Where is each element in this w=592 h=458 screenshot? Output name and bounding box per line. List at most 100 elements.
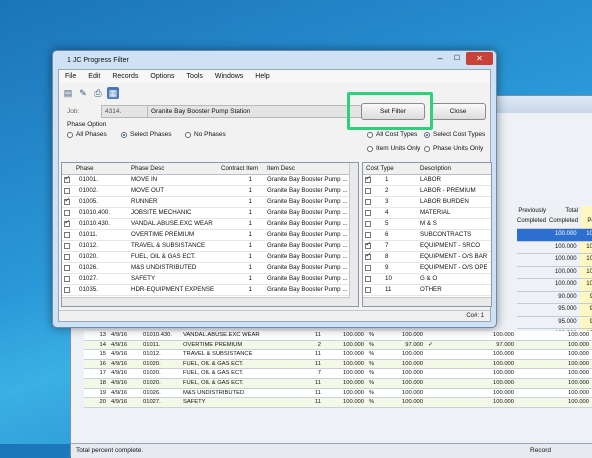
checkbox[interactable] <box>365 210 371 216</box>
checkbox[interactable] <box>64 254 70 260</box>
cost-type-row[interactable]: 10 G & O <box>363 274 491 285</box>
phase-checkbox-cell[interactable] <box>62 285 76 295</box>
menu-options[interactable]: Options <box>144 70 180 83</box>
phase-checkbox-cell[interactable] <box>62 241 76 251</box>
phase-checkbox-cell[interactable] <box>62 219 76 229</box>
radio-dot <box>424 131 430 138</box>
cost-checkbox-cell[interactable] <box>363 208 377 218</box>
cost-type-row[interactable]: 5 M & S <box>363 219 491 230</box>
close-button[interactable]: Close <box>430 103 486 120</box>
menu-edit[interactable]: Edit <box>82 70 106 83</box>
phase-row[interactable]: 01001. MOVE IN 1 Granite Bay Booster Pump .… <box>62 175 358 186</box>
checkbox[interactable] <box>64 175 70 184</box>
cost-checkbox-cell[interactable] <box>363 197 377 207</box>
cost-type-row[interactable]: 3 LABOR BURDEN <box>363 197 491 208</box>
menu-help[interactable]: Help <box>249 70 275 83</box>
phase-checkbox-cell[interactable] <box>62 230 76 240</box>
phase-row[interactable]: 01027. SAFETY 1 Granite Bay Booster Pump ..… <box>62 274 358 285</box>
cost-table-hscroll[interactable] <box>363 297 491 306</box>
cost-type-row[interactable]: 1 LABOR <box>363 175 491 186</box>
close-window-button[interactable]: ✕ <box>466 52 493 65</box>
minimize-button[interactable]: – <box>432 53 448 65</box>
phase-row[interactable]: 01035. HDR-EQUIPMENT EXPENSE 1 Granite Bay … <box>62 285 358 296</box>
cost-type-row[interactable]: 11 OTHER <box>363 285 491 296</box>
cost-checkbox-cell[interactable] <box>363 252 377 262</box>
checkbox[interactable] <box>365 232 371 238</box>
cost-checkbox-cell[interactable] <box>363 230 377 240</box>
cost-checkbox-cell[interactable] <box>363 285 377 295</box>
checkbox[interactable] <box>365 265 371 271</box>
checkbox[interactable] <box>64 276 70 282</box>
radio-no-phases[interactable]: No Phases <box>185 131 226 138</box>
radio-select-cost-types[interactable]: Select Cost Types <box>424 131 485 138</box>
phase-row[interactable]: 01026. M&S UNDISTRIBUTED 1 Granite Bay Boos… <box>62 263 358 274</box>
phase-checkbox-cell[interactable] <box>62 274 76 284</box>
phase-checkbox-cell[interactable] <box>62 208 76 218</box>
menu-tools[interactable]: Tools <box>181 70 209 83</box>
checkbox[interactable] <box>64 287 70 293</box>
cost-type-row[interactable]: 6 SUBCONTRACTS <box>363 230 491 241</box>
phase-checkbox-cell[interactable] <box>62 197 76 207</box>
checkbox[interactable] <box>365 241 371 250</box>
radio-all-cost-types[interactable]: All Cost Types <box>367 131 417 138</box>
cost-type-row[interactable]: 4 MATERIAL <box>363 208 491 219</box>
checkbox[interactable] <box>64 210 70 216</box>
phase-row[interactable]: 01012. TRAVEL & SUBSISTANCE 1 Granite Bay B… <box>62 241 358 252</box>
checkbox[interactable] <box>64 197 70 206</box>
lookup-icon[interactable]: ✎ <box>77 87 89 99</box>
checkbox[interactable] <box>64 188 70 194</box>
cost-checkbox-cell[interactable] <box>363 274 377 284</box>
cost-checkbox-cell[interactable] <box>363 219 377 229</box>
menu-records[interactable]: Records <box>106 70 144 83</box>
phase-checkbox-cell[interactable] <box>62 186 76 196</box>
checkbox[interactable] <box>365 221 371 227</box>
cost-type-row[interactable]: 8 EQUIPMENT - O/S BARE <box>363 252 491 263</box>
checkbox[interactable] <box>365 276 371 282</box>
phase-row[interactable]: 01005. RUNNER 1 Granite Bay Booster Pump ..… <box>62 197 358 208</box>
phase-row[interactable]: 01020. FUEL, OIL & GAS ECT. 1 Granite Bay B… <box>62 252 358 263</box>
phase-row[interactable]: 01011. OVERTIME PREMIUM 1 Granite Bay Boost… <box>62 230 358 241</box>
checkbox[interactable] <box>365 188 371 194</box>
phase-checkbox-cell[interactable] <box>62 263 76 273</box>
radio-all-phases[interactable]: All Phases <box>67 131 107 138</box>
new-record-icon[interactable]: ▤ <box>62 87 74 99</box>
checkbox[interactable] <box>365 287 371 293</box>
phase-row[interactable]: 01010.400. JOBSITE MECHANIC 1 Granite Bay B… <box>62 208 358 219</box>
cost-checkbox-cell[interactable] <box>363 263 377 273</box>
phase-table-vscroll[interactable] <box>349 163 358 306</box>
item-desc: Granite Bay Booster Pump ... <box>267 198 348 205</box>
checkbox[interactable] <box>365 252 371 261</box>
cost-checkbox-cell[interactable] <box>363 241 377 251</box>
checkbox[interactable] <box>64 219 70 228</box>
phase-code: 01027. <box>79 275 98 282</box>
radio-select-phases[interactable]: Select Phases <box>121 131 172 138</box>
cost-checkbox-cell[interactable] <box>363 186 377 196</box>
printer-icon[interactable]: ⎙ <box>92 87 104 99</box>
radio-item-units-only[interactable]: Item Units Only <box>367 145 420 152</box>
checkbox[interactable] <box>64 243 70 249</box>
phase-checkbox-cell[interactable] <box>62 175 76 185</box>
phase-checkbox-cell[interactable] <box>62 252 76 262</box>
calculator-icon[interactable]: ▦ <box>107 87 119 99</box>
cost-type-row[interactable]: 2 LABOR - PREMIUM <box>363 186 491 197</box>
cost-type-row[interactable]: 9 EQUIPMENT - O/S OPER... <box>363 263 491 274</box>
radio-phase-units-only[interactable]: Phase Units Only <box>424 145 483 152</box>
phase-row[interactable]: 01010.430. VANDAL.ABUSE.EXC WEAR 1 Granite … <box>62 219 358 230</box>
cost-checkbox-cell[interactable] <box>363 175 377 185</box>
checkbox[interactable] <box>64 232 70 238</box>
menu-windows[interactable]: Windows <box>209 70 249 83</box>
maximize-button[interactable]: ☐ <box>449 53 465 65</box>
menu-file[interactable]: File <box>59 70 82 83</box>
dialog-title-bar[interactable]: 1 JC Progress Filter – ☐ ✕ <box>53 51 496 70</box>
grid-cell: 11 <box>314 360 321 367</box>
totals-cell: 100.000 <box>554 281 577 287</box>
checkbox[interactable] <box>365 199 371 205</box>
job-number-field[interactable]: 4314. <box>101 105 148 118</box>
grid-cell: 01026. <box>143 389 161 396</box>
phase-table-hscroll[interactable] <box>62 297 350 306</box>
checkbox[interactable] <box>64 265 70 271</box>
checkbox[interactable] <box>365 175 371 184</box>
phase-row[interactable]: 01002. MOVE OUT 1 Granite Bay Booster Pump … <box>62 186 358 197</box>
totals-cell <box>517 292 548 304</box>
cost-type-row[interactable]: 7 EQUIPMENT - SRCO <box>363 241 491 252</box>
